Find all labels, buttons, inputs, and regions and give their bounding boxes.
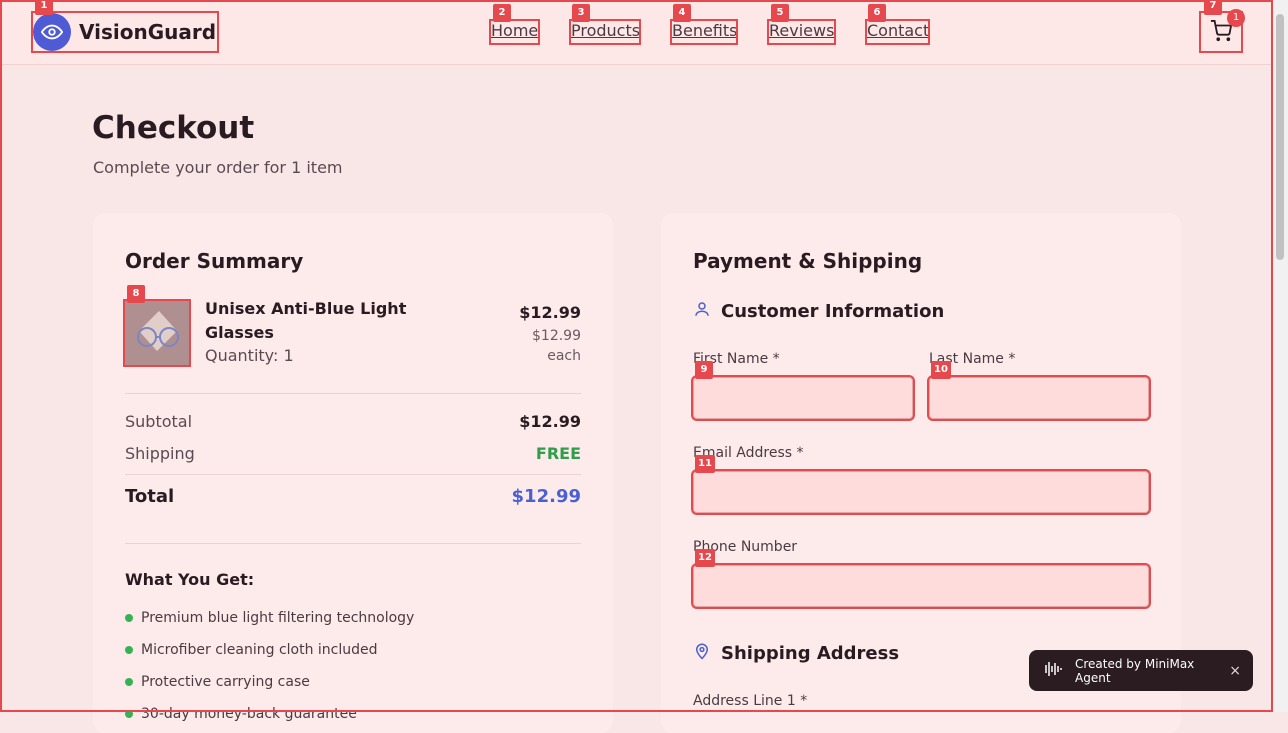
subtotal-label: Subtotal [125,412,193,431]
nav-contact-link[interactable]: Contact [865,19,930,45]
customer-info-heading: Customer Information [693,300,944,323]
marker-label: 5 [771,4,789,22]
divider [125,474,581,475]
marker-label: 4 [673,4,691,22]
benefit-item: Protective carrying case [125,674,310,690]
divider [125,393,581,394]
total-label: Total [125,486,175,507]
cart-count-badge: 1 [1227,9,1245,27]
shipping-address-title: Shipping Address [721,643,900,664]
marker-label: 12 [695,549,715,567]
marker-label: 9 [695,361,713,379]
scrollbar-thumb[interactable] [1276,14,1284,260]
brand-name: VisionGuard [79,20,217,44]
first-name-input[interactable] [691,375,915,421]
nav-products-link[interactable]: Products [569,19,641,45]
customer-info-title: Customer Information [721,301,945,322]
marker-label: 2 [493,4,511,22]
benefit-text: 30-day money-back guarantee [141,706,357,722]
benefit-item: Premium blue light filtering technology [125,610,414,626]
what-you-get-heading: What You Get: [125,570,255,589]
check-dot-icon [125,678,133,686]
check-dot-icon [125,646,133,654]
benefit-text: Premium blue light filtering technology [141,610,415,626]
marker-label: 8 [127,285,145,303]
shipping-label: Shipping [125,444,195,463]
user-icon [693,300,711,323]
divider [125,543,581,544]
marker-label: 1 [35,0,53,15]
product-unit-price: $12.99 each [532,328,581,364]
last-name-input[interactable] [927,375,1151,421]
page-title: Checkout [92,110,255,146]
order-summary-heading: Order Summary [125,249,304,273]
product-name: Unisex Anti-Blue Light Glasses [205,299,407,342]
address-line-1-label: Address Line 1 * [693,693,808,709]
marker-label: 6 [868,4,886,22]
nav-reviews-link[interactable]: Reviews [767,19,836,45]
nav-home-link[interactable]: Home [489,19,540,45]
created-by-toast: Created by MiniMax Agent × [1029,650,1253,691]
brand-logo-link[interactable]: VisionGuard [31,11,219,53]
check-dot-icon [125,710,133,718]
marker-label: 10 [931,361,951,379]
nav-benefits-link[interactable]: Benefits [670,19,738,45]
order-summary-card: Order Summary Unisex Anti-Blue Light Gla… [93,213,613,733]
benefit-text: Protective carrying case [141,674,310,690]
toast-text: Created by MiniMax Agent [1075,656,1195,685]
product-quantity: Quantity: 1 [205,346,294,365]
waveform-icon [1041,660,1065,681]
site-header: VisionGuard Home Products Benefits Revie… [0,0,1273,65]
eye-icon [33,13,71,51]
marker-label: 3 [572,4,590,22]
benefit-item: 30-day money-back guarantee [125,706,357,722]
page-subtitle: Complete your order for 1 item [93,158,343,177]
benefit-text: Microfiber cleaning cloth included [141,642,378,658]
payment-heading: Payment & Shipping [693,249,923,273]
product-price: $12.99 [519,303,581,322]
map-pin-icon [693,642,711,665]
subtotal-value: $12.99 [519,412,581,431]
shipping-address-heading: Shipping Address [693,642,899,665]
email-input[interactable] [691,469,1151,515]
product-thumbnail[interactable] [123,299,191,367]
close-icon[interactable]: × [1229,663,1241,679]
marker-label: 7 [1204,0,1222,15]
shipping-value: FREE [535,444,581,463]
check-dot-icon [125,614,133,622]
marker-label: 11 [695,455,715,473]
benefit-item: Microfiber cleaning cloth included [125,642,378,658]
total-value: $12.99 [511,486,581,507]
phone-input[interactable] [691,563,1151,609]
